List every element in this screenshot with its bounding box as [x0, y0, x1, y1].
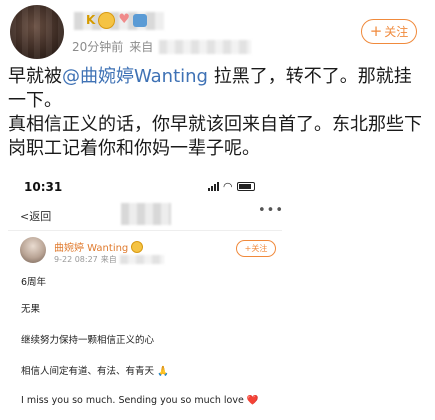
status-time: 10:31 [24, 180, 63, 194]
battery-icon [236, 182, 255, 191]
inner-line: I miss you so much. Sending you so much … [21, 395, 259, 406]
inner-author-avatar[interactable] [20, 237, 46, 263]
post-paragraph-1: 早就被@曲婉婷Wanting 拉黑了，转不了。那就挂一下。 [8, 65, 428, 113]
cat-badge-icon [98, 11, 116, 29]
back-label: 返回 [29, 210, 52, 223]
inner-plus-icon: + [244, 244, 252, 253]
signal-icon [208, 182, 219, 191]
embedded-screenshot[interactable]: 10:31 ◠ < 返回 ••• 曲婉婷 Wanting 9-22 08:27 … [8, 170, 284, 420]
more-icon[interactable]: ••• [258, 203, 284, 218]
inner-source-label: 来自 [100, 255, 117, 264]
heart-badge-icon: ♥ [118, 12, 130, 27]
follow-button-label: 关注 [384, 25, 409, 39]
back-button[interactable]: < 返回 [20, 208, 51, 224]
inner-post-meta: 9-22 08:27 来自 [54, 254, 164, 265]
post-paragraph-2: 真相信正义的话，你早就该回来自首了。东北那些下岗职工记着你和你妈一辈子呢。 [8, 114, 422, 159]
author-badges: K ♥ [86, 11, 147, 29]
inner-author-name-label: 曲婉婷 Wanting [54, 243, 129, 254]
plus-icon: + [369, 22, 383, 40]
bag-badge-icon [132, 13, 147, 27]
inner-source-redacted [119, 255, 164, 264]
inner-cat-badge-icon [131, 240, 144, 253]
inner-author-name[interactable]: 曲婉婷 Wanting [54, 239, 144, 254]
post-text: 早就被@曲婉婷Wanting 拉黑了，转不了。那就挂一下。 真相信正义的话，你早… [8, 65, 428, 161]
nav-title-redacted [121, 203, 171, 225]
level-badge-icon: K [86, 13, 96, 27]
wifi-icon: ◠ [223, 180, 233, 193]
inner-line: 无果 [21, 304, 41, 315]
inner-post-date: 9-22 08:27 [54, 255, 98, 264]
status-icons: ◠ [208, 180, 255, 193]
follow-button[interactable]: + 关注 [361, 19, 417, 44]
inner-line: 6周年 [21, 277, 47, 288]
inner-follow-button[interactable]: + 关注 [236, 240, 276, 257]
inner-line: 继续努力保持一颗相信正义的心 [21, 335, 155, 346]
divider [8, 230, 282, 231]
post-text-before-mention: 早就被 [8, 66, 62, 87]
post-source-redacted [159, 39, 252, 54]
inner-follow-label: 关注 [251, 244, 268, 253]
post-meta: 20分钟前 来自 [72, 38, 252, 55]
post-time: 20分钟前 [72, 40, 124, 54]
back-arrow-icon: < [20, 209, 30, 223]
author-avatar[interactable] [10, 5, 64, 59]
inner-line: 相信人间定有道、有法、有青天 🙏 [21, 366, 169, 377]
post-source-label: 来自 [129, 40, 154, 54]
mention-link[interactable]: @曲婉婷Wanting [62, 66, 208, 87]
